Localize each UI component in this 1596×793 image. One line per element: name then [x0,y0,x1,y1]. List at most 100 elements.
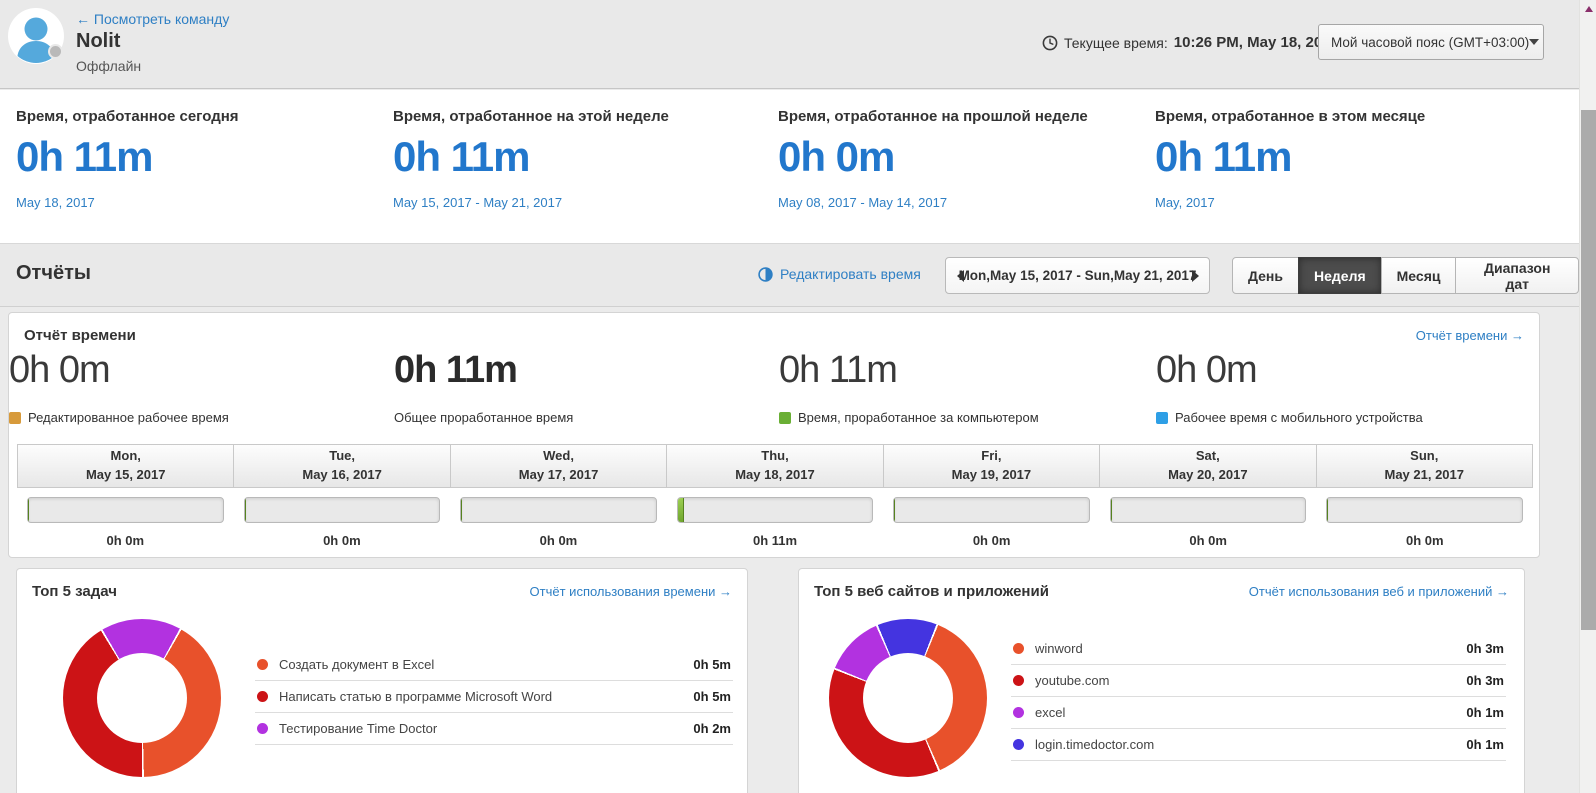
week-table: Mon, May 15, 2017 Tue, May 16, 2017 Wed, Ma… [17,444,1533,548]
legend-item[interactable]: youtube.com 0h 3m [1011,665,1506,697]
stat-value: 0h 11m [393,133,530,180]
legend-item[interactable]: Создать документ в Excel 0h 5m [255,649,733,681]
summary-value: 0h 11m [394,349,518,391]
day-progress [234,497,451,523]
legend-item[interactable]: excel 0h 1m [1011,697,1506,729]
stat-worked-last-week: Время, отработанное на прошлой неделе 0h… [778,90,1088,210]
app-label: winword [1035,641,1083,656]
day-time: 0h 0m [972,533,1011,548]
day-progress [17,497,234,523]
stat-period: May 08, 2017 - May 14, 2017 [778,195,948,210]
day-header: Tue, May 16, 2017 [233,444,451,488]
legend-dot-icon [257,691,268,702]
summary-label: Общее проработанное время [394,410,574,425]
time-report-link[interactable]: Отчёт времени → [1416,328,1524,343]
stat-title: Время, отработанное в этом месяце [1155,108,1426,125]
summary-edited-time: 0h 0m Редактированное рабочее время [9,349,229,425]
task-time: 0h 2m [693,721,731,736]
day-time: 0h 0m [539,533,578,548]
task-label: Создать документ в Excel [279,657,435,672]
chevron-right-icon [1191,269,1199,282]
next-period-button[interactable] [1181,258,1209,293]
mobile-time-swatch-icon [1156,411,1168,424]
summary-label: Рабочее время с мобильного устройства [1156,410,1423,425]
task-label: Написать статью в программе Microsoft Wo… [279,689,553,704]
timezone-select[interactable]: Мой часовой пояс (GMT+03:00) [1318,24,1544,60]
view-month-button[interactable]: Месяц [1380,257,1457,294]
legend-item[interactable]: Написать статью в программе Microsoft Wo… [255,681,733,713]
legend-dot-icon [1013,643,1024,654]
day-header: Wed, May 17, 2017 [449,444,668,488]
reports-bar: Отчёты Редактировать время Mon,May 15, 2… [0,243,1579,307]
stat-worked-this-week: Время, отработанное на этой неделе 0h 11… [393,90,669,210]
app-time: 0h 1m [1466,737,1504,752]
edit-time-icon [758,266,773,282]
day-progress [450,497,667,523]
reports-title: Отчёты [16,262,91,284]
day-time: 0h 0m [1189,533,1227,548]
stat-period: May, 2017 [1155,195,1215,210]
week-header-row: Mon, May 15, 2017 Tue, May 16, 2017 Wed, Ma… [17,444,1533,488]
chevron-left-icon [956,269,964,282]
top-tasks-title: Топ 5 задач [32,583,117,600]
edit-time-link[interactable]: Редактировать время [758,266,921,282]
day-time: 0h 0m [323,533,361,548]
stat-title: Время, отработанное на прошлой неделе [778,108,1088,125]
stat-value: 0h 11m [16,133,153,180]
time-report-title: Отчёт времени [24,327,136,344]
week-bars-row [17,497,1533,523]
current-time-value: 10:26 PM, May 18, 2017 [1173,34,1339,51]
date-range-navigator: Mon,May 15, 2017 - Sun,May 21, 2017 [945,257,1210,294]
stat-worked-this-month: Время, отработанное в этом месяце 0h 11m… [1155,90,1425,210]
top-tasks-card: Топ 5 задач Отчёт использования времени … [16,568,748,793]
stat-title: Время, отработанное сегодня [16,108,239,125]
page-header: ← Посмотреть команду Nolit Оффлайн Текущ… [0,0,1579,89]
current-time-label: Текущее время: [1064,34,1168,51]
day-header: Sat, May 20, 2017 [1099,444,1317,488]
legend-dot-icon [1013,739,1024,750]
stat-worked-today: Время, отработанное сегодня 0h 11m May 1… [16,90,239,210]
legend-dot-icon [257,659,268,670]
stat-value: 0h 0m [778,133,895,180]
timezone-selected-value: Мой часовой пояс (GMT+03:00) [1331,34,1530,50]
vertical-scrollbar[interactable] [1579,0,1596,793]
view-date-range-button[interactable]: Диапазон дат [1455,257,1579,294]
clock-icon [1042,35,1058,50]
time-report-card: Отчёт времени Отчёт времени → 0h 11m Общ… [8,312,1540,558]
stats-row: Время, отработанное сегодня 0h 11m May 1… [0,90,1579,243]
app-time: 0h 3m [1466,673,1504,688]
day-progress [667,497,884,523]
day-progress [883,497,1100,523]
view-mode-buttons: День Неделя Месяц Диапазон дат [1232,257,1579,294]
summary-mobile-time: 0h 0m Рабочее время с мобильного устройс… [1156,349,1423,425]
day-time: 0h 0m [106,533,145,548]
web-app-usage-report-link[interactable]: Отчёт использования веб и приложений → [1249,584,1509,599]
day-progress [1316,497,1533,523]
back-to-team-link[interactable]: ← Посмотреть команду [76,11,229,27]
legend-dot-icon [257,723,268,734]
legend-item[interactable]: Тестирование Time Doctor 0h 2m [255,713,733,745]
edit-time-label: Редактировать время [780,266,921,282]
top-apps-card: Топ 5 веб сайтов и приложений Отчёт испо… [798,568,1525,793]
week-times-row: 0h 0m 0h 0m 0h 0m 0h 11m 0h 0m 0h 0m 0h … [17,533,1533,548]
view-day-button[interactable]: День [1232,257,1299,294]
view-week-button[interactable]: Неделя [1298,257,1382,294]
day-progress [1100,497,1317,523]
tasks-donut-chart [63,619,221,777]
scroll-up-button[interactable] [1580,0,1596,17]
day-header: Thu, May 18, 2017 [666,444,884,488]
scroll-up-arrow-icon [1584,5,1593,12]
legend-item[interactable]: login.timedoctor.com 0h 1m [1011,729,1506,761]
app-label: excel [1035,705,1066,720]
task-time: 0h 5m [693,657,731,672]
legend-dot-icon [1013,675,1024,686]
prev-period-button[interactable] [946,258,974,293]
scrollbar-thumb[interactable] [1581,110,1596,630]
summary-label: Время, проработанное за компьютером [779,410,1039,425]
task-label: Тестирование Time Doctor [279,721,438,736]
stat-title: Время, отработанное на этой неделе [393,108,669,125]
time-usage-report-link[interactable]: Отчёт использования времени → [530,584,732,599]
legend-item[interactable]: winword 0h 3m [1011,633,1506,665]
donut-hole [97,653,187,743]
app-label: youtube.com [1035,673,1110,688]
